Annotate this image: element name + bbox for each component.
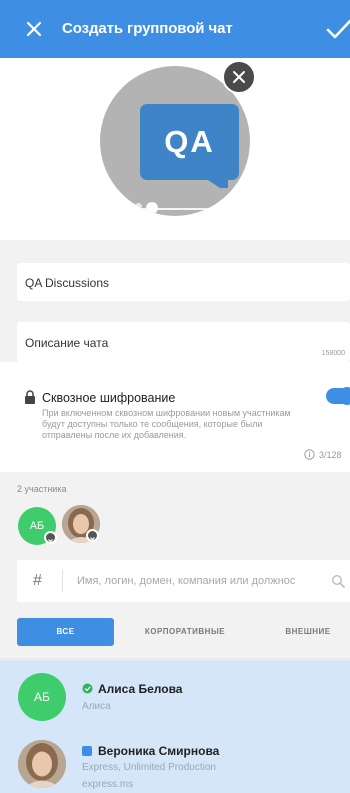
- person-photo: [18, 740, 66, 788]
- participants-section: 2 участника АБ: [0, 472, 350, 556]
- chat-photo-area: QA: [0, 58, 350, 240]
- tab-all[interactable]: ВСЕ: [17, 618, 114, 646]
- contact-avatar: АБ: [18, 673, 66, 721]
- chat-description-field[interactable]: Описание чата 158000: [17, 322, 350, 362]
- list-divider: [0, 658, 350, 659]
- toggle-knob: [340, 387, 350, 405]
- tab-corporate[interactable]: КОРПОРАТИВНЫЕ: [120, 618, 250, 646]
- chat-description-placeholder: Описание чата: [25, 336, 109, 350]
- description-char-counter: 158000: [321, 350, 345, 357]
- hash-icon[interactable]: #: [33, 572, 42, 590]
- camera-icon[interactable]: [225, 200, 241, 214]
- zoom-min-icon: [135, 203, 142, 210]
- info-icon[interactable]: [304, 449, 315, 460]
- contact-domain: express.ms: [82, 779, 134, 790]
- close-icon: [233, 71, 245, 83]
- chat-name-field[interactable]: QA Discussions: [17, 263, 350, 301]
- encryption-title: Сквозное шифрование: [42, 391, 176, 405]
- online-status-icon: [82, 683, 93, 694]
- participants-count: 2 участника: [17, 484, 67, 494]
- contact-name: Алиса Белова: [98, 682, 183, 696]
- contact-name: Вероника Смирнова: [98, 744, 220, 758]
- remove-participant-button[interactable]: [86, 529, 99, 542]
- contact-row[interactable]: АБ Алиса Белова Алиса: [0, 660, 350, 728]
- encryption-counter: 3/128: [319, 450, 342, 460]
- search-input[interactable]: [77, 572, 327, 590]
- create-group-chat-screen: Создать групповой чат QA QA Discussions: [0, 0, 350, 793]
- close-icon[interactable]: [22, 17, 46, 41]
- remove-participant-button[interactable]: [44, 531, 57, 544]
- confirm-check-icon[interactable]: [324, 15, 350, 43]
- chat-avatar-initials: QA: [140, 104, 239, 180]
- contact-subtitle: Алиса: [82, 701, 111, 712]
- search-icon[interactable]: [331, 574, 345, 588]
- encryption-section: Сквозное шифрование При включенном сквоз…: [0, 362, 350, 472]
- chat-name-value: QA Discussions: [25, 276, 110, 290]
- lock-icon: [25, 390, 35, 404]
- zoom-slider-thumb[interactable]: [146, 202, 158, 214]
- page-title: Создать групповой чат: [62, 20, 233, 37]
- header-bar: Создать групповой чат: [0, 0, 350, 58]
- speech-bubble-tail: [202, 176, 228, 188]
- encryption-description: При включенном сквозном шифровании новым…: [42, 408, 291, 440]
- close-icon: [90, 537, 95, 542]
- contact-row[interactable]: Вероника Смирнова Express, Unlimited Pro…: [0, 728, 350, 793]
- contact-avatar: [18, 740, 66, 788]
- corporate-status-icon: [82, 746, 92, 756]
- encryption-toggle[interactable]: [326, 387, 350, 405]
- contact-search-bar: #: [17, 560, 350, 602]
- close-icon: [48, 539, 53, 544]
- tab-external[interactable]: ВНЕШНИЕ: [266, 618, 350, 646]
- search-divider: [62, 570, 63, 592]
- remove-photo-button[interactable]: [222, 60, 256, 94]
- contact-company: Express, Unlimited Production: [82, 762, 216, 773]
